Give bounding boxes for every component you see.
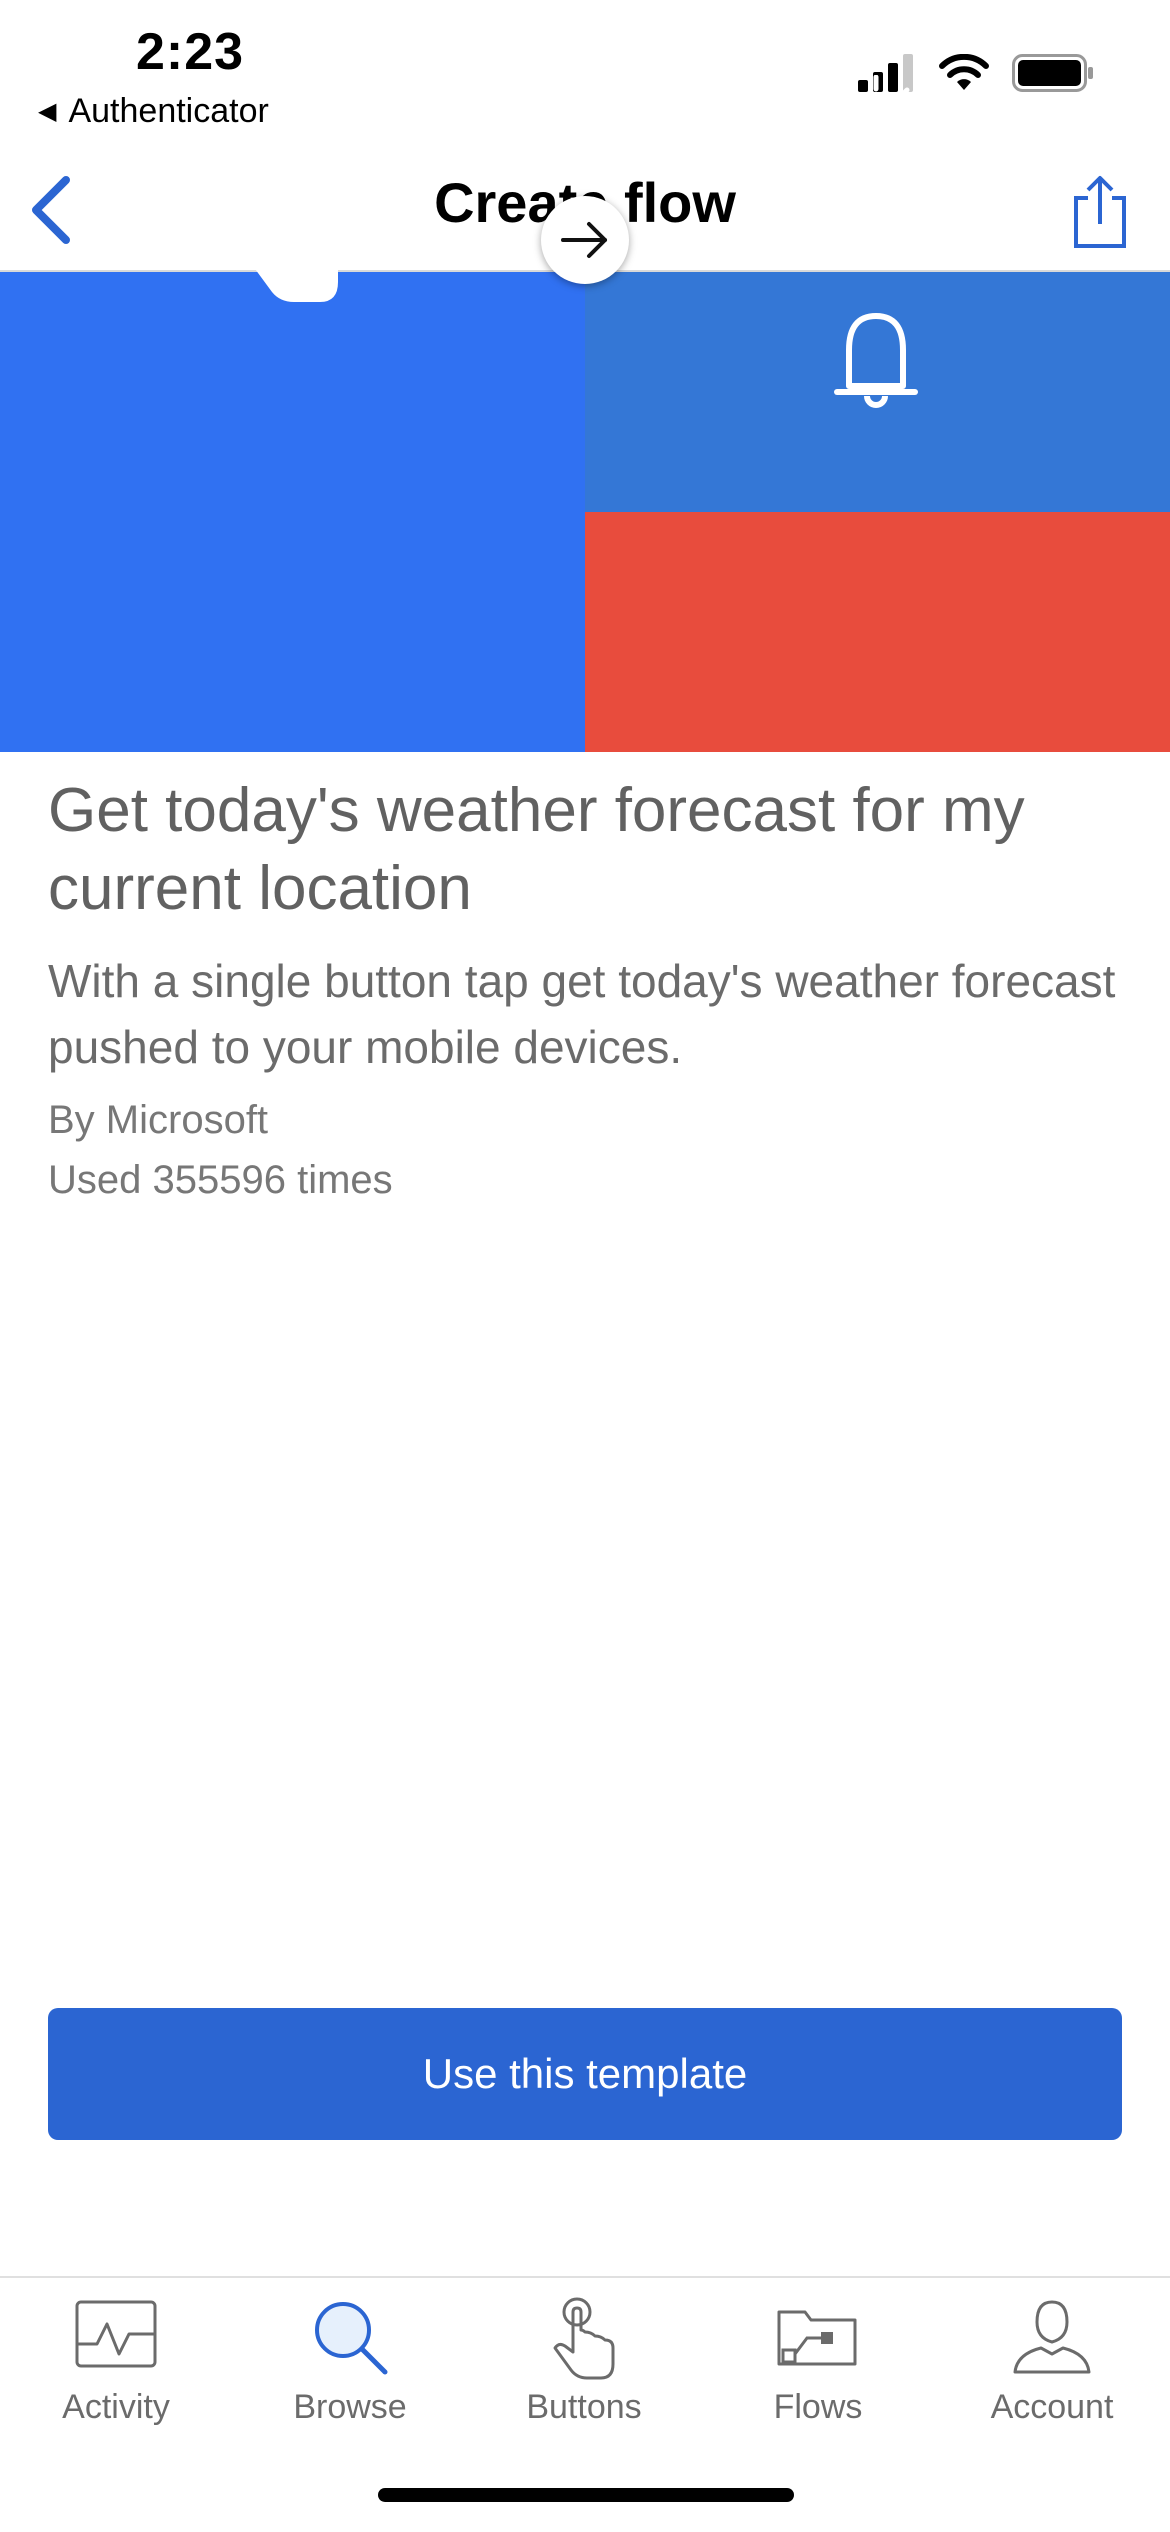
wifi-icon	[939, 54, 989, 90]
back-to-app-link[interactable]: ◀ Authenticator	[38, 92, 269, 131]
activity-icon	[75, 2300, 157, 2368]
tab-browse[interactable]: Browse	[250, 2292, 450, 2427]
use-template-button[interactable]: Use this template	[48, 2008, 1122, 2140]
template-description: With a single button tap get today's wea…	[48, 955, 1116, 1073]
flows-folder-icon	[777, 2310, 857, 2366]
weather-sun-icon	[830, 75, 922, 167]
account-icon	[1013, 2300, 1091, 2374]
flow-connector-badge	[541, 196, 629, 284]
back-app-label: Authenticator	[68, 92, 269, 130]
tab-label: Buttons	[526, 2388, 642, 2426]
tab-label: Account	[990, 2388, 1114, 2426]
search-icon	[315, 2302, 388, 2375]
template-hero-banner	[0, 272, 1170, 752]
touch-button-icon	[553, 2297, 615, 2380]
tab-label: Browse	[293, 2388, 407, 2426]
template-details: Get today's weather forecast for my curr…	[48, 772, 1128, 1210]
tab-flows[interactable]: Flows	[718, 2292, 918, 2427]
touch-button-icon	[250, 188, 338, 302]
notification-bell-icon	[834, 313, 918, 408]
tab-buttons[interactable]: Buttons	[484, 2292, 684, 2427]
tab-activity[interactable]: Activity	[16, 2292, 216, 2427]
home-indicator[interactable]	[378, 2488, 794, 2502]
back-triangle-icon: ◀	[38, 98, 57, 125]
notification-panel	[585, 512, 1170, 752]
tab-account[interactable]: Account	[952, 2292, 1152, 2427]
template-author: By Microsoft	[48, 1098, 269, 1142]
status-time: 2:23	[136, 23, 245, 81]
status-bar: 2:23 ◀ Authenticator	[0, 0, 1170, 150]
template-usage-count: Used 355596 times	[48, 1158, 393, 1202]
share-icon	[1074, 176, 1126, 248]
tab-label: Flows	[773, 2388, 863, 2426]
arrow-right-icon	[561, 222, 607, 258]
template-title: Get today's weather forecast for my curr…	[48, 776, 1025, 923]
tab-label: Activity	[62, 2388, 170, 2426]
battery-icon	[1012, 54, 1093, 92]
share-button[interactable]	[1068, 172, 1132, 252]
trigger-panel	[0, 272, 585, 752]
